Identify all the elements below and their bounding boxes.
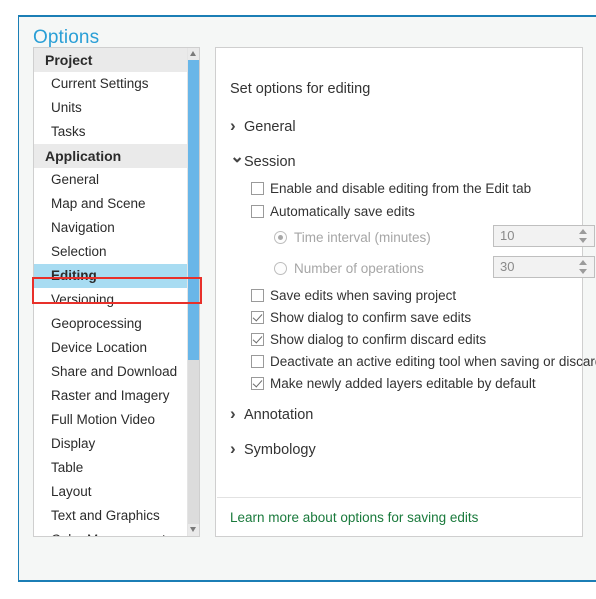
spinner-up-arrow-icon[interactable] [579,260,587,265]
checkbox-row-enable-disable-editing[interactable]: Enable and disable editing from the Edit… [251,181,531,196]
spinner-arrows-time-interval[interactable] [578,228,588,246]
radio-row-time-interval[interactable]: Time interval (minutes) [274,230,431,245]
sidebar-scrollbar-track[interactable] [188,360,199,524]
learn-more-link[interactable]: Learn more about options for saving edit… [230,510,478,525]
scroll-down-arrow-icon[interactable] [188,524,199,536]
sidebar-item-layout[interactable]: Layout [34,480,199,504]
spinner-down-arrow-icon[interactable] [579,269,587,274]
spinner-time-interval[interactable]: 10 [493,225,595,247]
checkbox-row-confirm-save[interactable]: Show dialog to confirm save edits [251,310,471,325]
section-label-symbology: Symbology [244,442,316,458]
chevron-right-icon [230,405,244,422]
checkbox-row-auto-save-edits[interactable]: Automatically save edits [251,204,415,219]
sidebar-scrollbar-thumb[interactable] [188,60,199,360]
section-label-general: General [244,119,296,135]
footer-divider [217,497,581,498]
label-number-of-operations: Number of operations [294,261,424,276]
label-enable-disable-editing: Enable and disable editing from the Edit… [270,181,532,196]
spinner-down-arrow-icon[interactable] [579,238,587,243]
dialog-title: Options [33,27,100,48]
spinner-value-number-of-operations: 30 [500,259,515,274]
label-auto-save-edits: Automatically save edits [270,204,415,219]
sidebar-item-current-settings[interactable]: Current Settings [34,72,199,96]
checkbox-deactivate-tool[interactable] [251,355,264,368]
section-header-general[interactable]: General [230,117,296,135]
label-save-on-project-save: Save edits when saving project [270,288,457,303]
radio-row-number-of-operations[interactable]: Number of operations [274,261,424,276]
chevron-down-icon [230,152,244,169]
checkbox-row-save-on-project-save[interactable]: Save edits when saving project [251,288,456,303]
sidebar-group-header-project: Project [34,48,199,72]
checkbox-auto-save-edits[interactable] [251,205,264,218]
sidebar-item-general[interactable]: General [34,168,199,192]
sidebar-item-versioning[interactable]: Versioning [34,288,199,312]
checkbox-row-layers-editable[interactable]: Make newly added layers editable by defa… [251,376,536,391]
sidebar-item-text-and-graphics[interactable]: Text and Graphics [34,504,199,528]
section-header-symbology[interactable]: Symbology [230,440,316,458]
checkbox-row-deactivate-tool[interactable]: Deactivate an active editing tool when s… [251,354,596,369]
options-sidebar: Project Current Settings Units Tasks App… [33,47,200,537]
section-label-annotation: Annotation [244,407,314,423]
section-label-session: Session [244,154,296,170]
sidebar-item-editing[interactable]: Editing [34,264,199,288]
label-deactivate-tool: Deactivate an active editing tool when s… [270,354,596,369]
checkbox-save-on-project-save[interactable] [251,289,264,302]
sidebar-item-navigation[interactable]: Navigation [34,216,199,240]
spinner-number-of-operations[interactable]: 30 [493,256,595,278]
sidebar-item-selection[interactable]: Selection [34,240,199,264]
label-confirm-save: Show dialog to confirm save edits [270,310,472,325]
spinner-up-arrow-icon[interactable] [579,229,587,234]
sidebar-item-device-location[interactable]: Device Location [34,336,199,360]
checkbox-confirm-discard[interactable] [251,333,264,346]
label-confirm-discard: Show dialog to confirm discard edits [270,332,487,347]
sidebar-item-raster-and-imagery[interactable]: Raster and Imagery [34,384,199,408]
radio-time-interval[interactable] [274,231,287,244]
sidebar-item-display[interactable]: Display [34,432,199,456]
content-heading: Set options for editing [230,81,371,97]
sidebar-item-map-and-scene[interactable]: Map and Scene [34,192,199,216]
checkbox-layers-editable[interactable] [251,377,264,390]
chevron-right-icon [230,440,244,457]
radio-number-of-operations[interactable] [274,262,287,275]
options-content-panel: Set options for editing General Session … [215,47,596,537]
label-time-interval: Time interval (minutes) [294,230,431,245]
sidebar-item-full-motion-video[interactable]: Full Motion Video [34,408,199,432]
scroll-up-arrow-icon[interactable] [188,48,199,60]
sidebar-item-share-and-download[interactable]: Share and Download [34,360,199,384]
sidebar-item-tasks[interactable]: Tasks [34,120,199,144]
sidebar-item-geoprocessing[interactable]: Geoprocessing [34,312,199,336]
checkbox-enable-disable-editing[interactable] [251,182,264,195]
sidebar-group-header-application: Application [34,144,199,168]
checkbox-row-confirm-discard[interactable]: Show dialog to confirm discard edits [251,332,486,347]
section-header-session[interactable]: Session [230,152,296,170]
spinner-value-time-interval: 10 [500,228,515,243]
options-dialog: Options Project Current Settings Units T… [18,15,596,582]
section-header-annotation[interactable]: Annotation [230,405,313,423]
sidebar-item-units[interactable]: Units [34,96,199,120]
checkbox-confirm-save[interactable] [251,311,264,324]
sidebar-item-table[interactable]: Table [34,456,199,480]
chevron-right-icon [230,117,244,134]
spinner-arrows-number-of-operations[interactable] [578,259,588,277]
sidebar-scrollbar[interactable] [187,48,199,536]
label-layers-editable: Make newly added layers editable by defa… [270,376,536,391]
sidebar-item-color-management[interactable]: Color Management [34,528,199,536]
